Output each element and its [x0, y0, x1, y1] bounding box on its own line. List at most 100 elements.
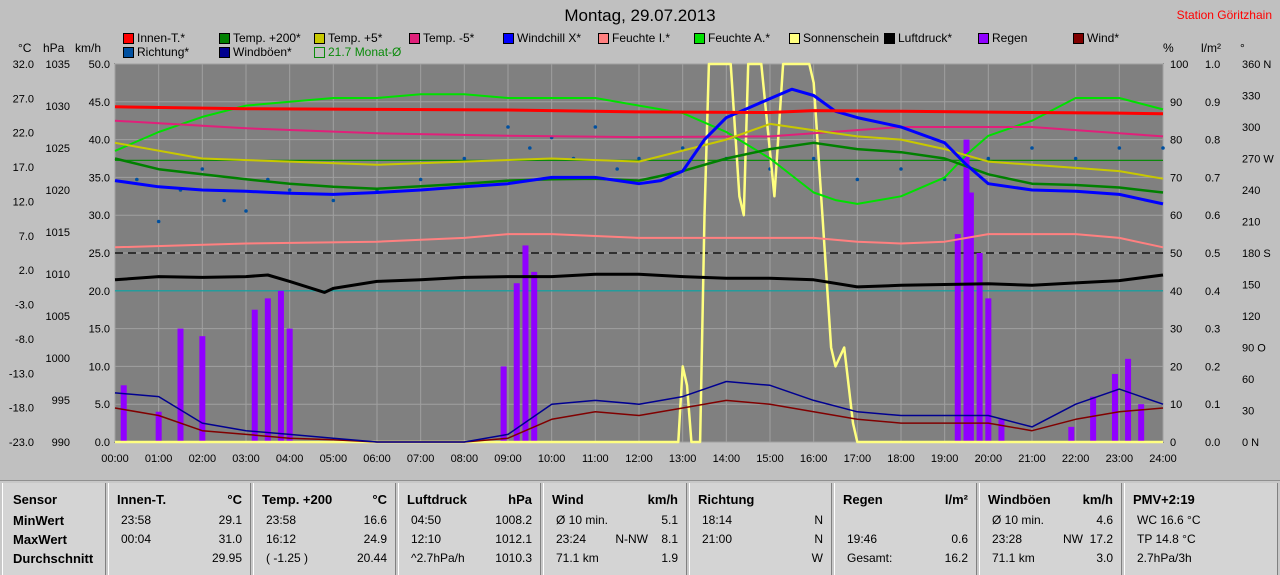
- y-tick-label: 7.0: [19, 231, 34, 243]
- x-tick-label: 13:00: [669, 453, 697, 465]
- col-header-unit: °C: [372, 492, 387, 507]
- cell-value: N: [814, 532, 823, 546]
- direction-axis-ticks: 360 N 330 300 270 W 240 210 180 S 150 120 90 O 60 3…: [1242, 59, 1274, 449]
- table-row: Ø 10 min. 5.1: [556, 513, 678, 529]
- direction-point: [528, 146, 532, 150]
- table-col: Regen l/m² 19:46 0.6 Gesamt: 16.2: [834, 483, 977, 575]
- cell-time: 21:00: [702, 532, 733, 546]
- table-row: [847, 513, 968, 529]
- y-tick-label: 50.0: [89, 59, 110, 71]
- y-tick-label: 240: [1242, 185, 1260, 197]
- unit-rain: l/m²: [1201, 41, 1221, 55]
- table-row: Ø 10 min. 4.6: [992, 513, 1113, 529]
- table-row: 23:58 29.1: [121, 513, 242, 529]
- x-tick-label: 15:00: [756, 453, 784, 465]
- x-tick-label: 06:00: [363, 453, 391, 465]
- y-tick-label: 150: [1242, 280, 1260, 292]
- y-tick-label: 0.9: [1205, 97, 1220, 109]
- rain-bar: [264, 298, 271, 442]
- direction-point: [331, 198, 336, 203]
- rain-bar: [277, 290, 284, 442]
- legend-item: Windböen*: [219, 45, 292, 59]
- x-tick-label: 20:00: [975, 453, 1003, 465]
- direction-point: [200, 167, 205, 171]
- x-tick-label: 01:00: [145, 453, 173, 465]
- cell-value: 5.1: [661, 513, 678, 527]
- legend-label: 21.7 Monat-Ø: [328, 45, 402, 59]
- rain-bar: [985, 298, 992, 442]
- rain-bar: [954, 234, 961, 442]
- cell-time: 2.7hPa/3h: [1137, 551, 1192, 565]
- legend-swatch: [789, 32, 800, 44]
- legend-item: 21.7 Monat-Ø: [314, 45, 401, 59]
- legend-item: Windchill X*: [503, 31, 581, 45]
- y-tick-label: 1030: [46, 101, 70, 113]
- rain-bar: [286, 328, 293, 442]
- cell-value: 20.44: [356, 551, 387, 565]
- y-tick-label: 120: [1242, 311, 1260, 323]
- y-tick-label: 20: [1170, 361, 1182, 373]
- table-row: 71.1 km 3.0: [992, 551, 1113, 567]
- y-tick-label: 0.7: [1205, 172, 1220, 184]
- table-row: TP 14.8 °C: [1137, 532, 1269, 548]
- col-header-label: PMV+2:19: [1133, 492, 1195, 507]
- x-tick-label: 10:00: [538, 453, 566, 465]
- direction-point: [1117, 146, 1122, 150]
- col-header-label: Luftdruck: [407, 492, 467, 507]
- direction-point: [135, 177, 139, 182]
- cell-value: 29.1: [218, 513, 242, 527]
- temp-axis-ticks: 32.0 27.0 22.0 17.0 12.0 7.0 2.0 -3.0 -8.0 -13.0 -…: [9, 59, 34, 449]
- cell-value: 1012.1: [495, 532, 532, 546]
- legend-item: Innen-T.*: [123, 31, 185, 45]
- x-tick-label: 12:00: [625, 453, 653, 465]
- rain-bar: [1125, 358, 1132, 442]
- legend-item: Feuchte A.*: [694, 31, 770, 45]
- table-col-header: Luftdruck hPa: [407, 492, 532, 507]
- y-tick-label: 15.0: [89, 324, 110, 336]
- legend-swatch: [503, 32, 514, 44]
- y-tick-label: 2.0: [19, 265, 34, 277]
- y-tick-label: 70: [1170, 172, 1182, 184]
- chart-title: Montag, 29.07.2013: [564, 6, 716, 25]
- legend-label: Temp. +5*: [328, 31, 383, 45]
- table-row: 29.95: [121, 551, 242, 567]
- cell-time: 71.1 km: [992, 551, 1035, 565]
- wind-axis-ticks: 50.0 45.0 40.0 35.0 30.0 25.0 20.0 15.0 10.0 5.0 0…: [89, 59, 110, 449]
- y-tick-label: -8.0: [15, 334, 34, 346]
- legend-swatch: [1073, 32, 1084, 44]
- rain-bar: [513, 283, 520, 442]
- y-tick-label: 0 N: [1242, 437, 1259, 449]
- legend-swatch: [694, 32, 705, 44]
- x-tick-label: 09:00: [494, 453, 522, 465]
- y-tick-label: 330: [1242, 91, 1260, 103]
- table-col-header: Wind km/h: [552, 492, 678, 507]
- y-tick-label: 20.0: [89, 286, 110, 298]
- y-tick-label: -18.0: [9, 403, 34, 415]
- cell-time: 12:10: [411, 532, 442, 546]
- y-tick-label: 60: [1170, 210, 1182, 222]
- legend-swatch: [598, 32, 609, 44]
- cell-time: 71.1 km: [556, 551, 599, 565]
- y-tick-label: 35.0: [89, 172, 110, 184]
- y-tick-label: -3.0: [15, 300, 34, 312]
- table-row: 04:50 1008.2: [411, 513, 532, 529]
- table-row: W: [702, 551, 823, 567]
- row-label-avg: Durchschnitt: [13, 551, 94, 566]
- table-col-header: PMV+2:19: [1133, 492, 1269, 507]
- x-tick-label: 07:00: [407, 453, 435, 465]
- x-tick-label: 22:00: [1062, 453, 1090, 465]
- cell-dir: NW: [1063, 532, 1083, 546]
- weather-dashboard: 32.0 27.0 22.0 17.0 12.0 7.0 2.0 -3.0 -8.0 -13.0 -…: [0, 0, 1280, 575]
- table-row: ( -1.25 ) 20.44: [266, 551, 387, 567]
- col-header-label: Temp. +200: [262, 492, 333, 507]
- x-tick-label: 02:00: [189, 453, 217, 465]
- y-tick-label: 0.3: [1205, 324, 1220, 336]
- y-tick-label: 1000: [46, 353, 70, 365]
- direction-point: [811, 156, 816, 161]
- table-col-header: Windböen km/h: [988, 492, 1113, 507]
- table-row: WC 16.6 °C: [1137, 513, 1269, 529]
- rain-bar: [251, 309, 258, 442]
- table-col: PMV+2:19 WC 16.6 °C TP 14.8 °C 2.7hPa/3h: [1124, 483, 1278, 575]
- x-tick-label: 03:00: [232, 453, 260, 465]
- table-row: 12:10 1012.1: [411, 532, 532, 548]
